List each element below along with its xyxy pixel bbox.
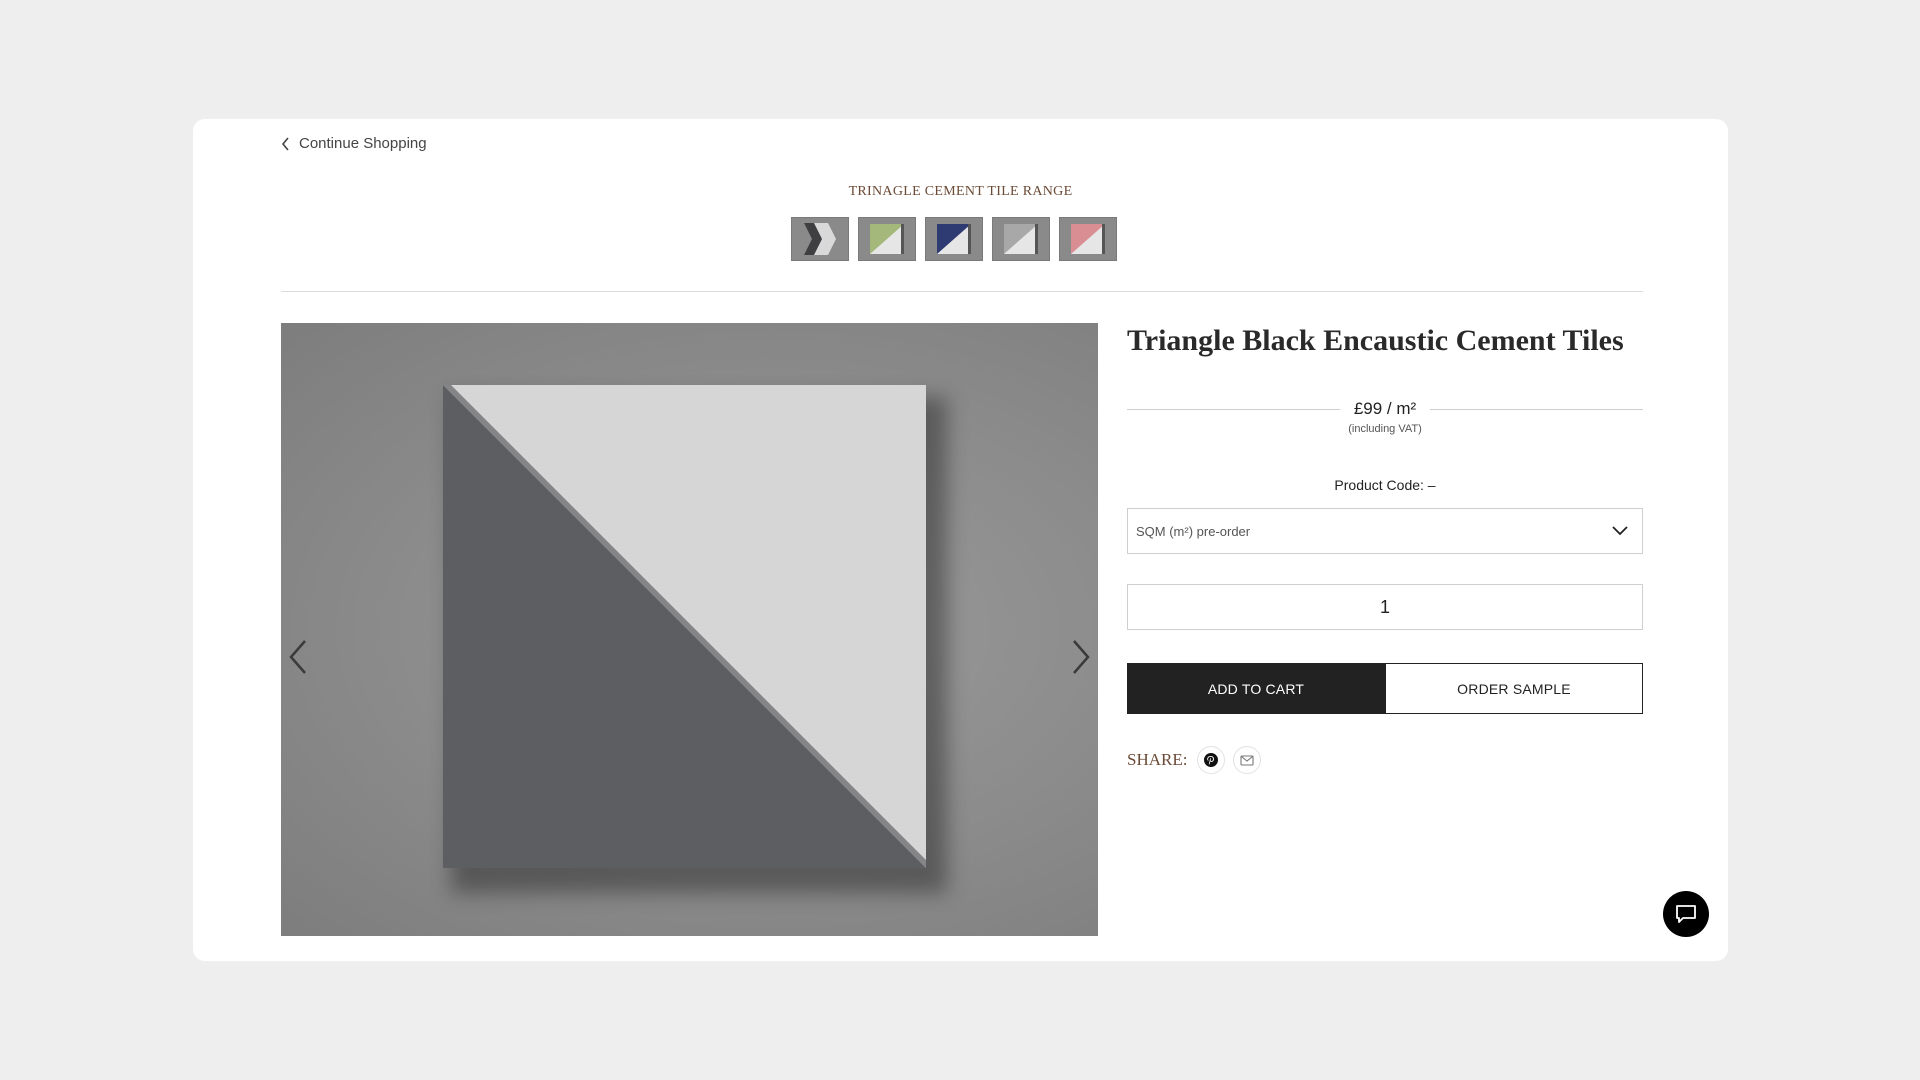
chevron-down-icon xyxy=(1612,526,1628,536)
header-divider xyxy=(281,291,1643,292)
range-title: TRINAGLE CEMENT TILE RANGE xyxy=(848,184,1073,199)
email-share-button[interactable] xyxy=(1233,746,1262,774)
swatch-blue-tile xyxy=(934,221,974,257)
product-code: Product Code: – xyxy=(1334,477,1436,493)
swatch-black[interactable] xyxy=(791,217,849,261)
swatch-grey-tile xyxy=(1001,221,1041,257)
price-row: £99 / m² xyxy=(1127,399,1644,419)
product-tile-image xyxy=(443,385,926,868)
chat-button[interactable] xyxy=(1663,891,1709,937)
unit-select-value: SQM (m²) pre-order xyxy=(1136,523,1251,539)
swatch-blue[interactable] xyxy=(925,217,983,261)
price-divider-right xyxy=(1430,408,1644,410)
chat-bubble-icon xyxy=(1676,905,1696,923)
range-swatches xyxy=(791,217,1117,261)
product-title: Triangle Black Encaustic Cement Tiles xyxy=(1127,324,1624,357)
chevron-left-icon xyxy=(289,640,306,674)
unit-select[interactable]: SQM (m²) pre-order xyxy=(1127,508,1643,554)
gallery-next-button[interactable] xyxy=(1066,635,1094,679)
swatch-grey[interactable] xyxy=(992,217,1050,261)
swatch-pink[interactable] xyxy=(1059,217,1117,261)
mail-icon xyxy=(1240,755,1255,766)
chevron-right-icon xyxy=(1073,640,1090,674)
pinterest-share-button[interactable] xyxy=(1197,746,1226,774)
quantity-input[interactable]: 1 xyxy=(1127,584,1643,630)
product-image-gallery xyxy=(281,323,1098,936)
gallery-prev-button[interactable] xyxy=(285,635,313,679)
product-price: £99 / m² xyxy=(1353,399,1417,418)
add-to-cart-button[interactable]: ADD TO CART xyxy=(1127,663,1385,714)
swatch-black-tile xyxy=(800,221,840,257)
share-label: SHARE: xyxy=(1127,750,1188,769)
swatch-green-tile xyxy=(867,221,907,257)
continue-shopping-link[interactable]: Continue Shopping xyxy=(281,135,427,152)
order-sample-button[interactable]: ORDER SAMPLE xyxy=(1385,663,1643,714)
pinterest-icon xyxy=(1204,753,1219,767)
price-divider-left xyxy=(1127,408,1340,410)
swatch-pink-tile xyxy=(1068,221,1108,257)
cart-actions: ADD TO CART ORDER SAMPLE xyxy=(1127,663,1643,714)
product-modal: Continue Shopping TRINAGLE CEMENT TILE R… xyxy=(193,119,1728,961)
product-details: Triangle Black Encaustic Cement Tiles £9… xyxy=(1127,323,1644,774)
vat-note: (including VAT) xyxy=(1348,423,1422,435)
swatch-green[interactable] xyxy=(858,217,916,261)
share-row: SHARE: xyxy=(1127,746,1643,774)
continue-shopping-label: Continue Shopping xyxy=(299,135,427,152)
chevron-left-icon xyxy=(281,136,289,151)
